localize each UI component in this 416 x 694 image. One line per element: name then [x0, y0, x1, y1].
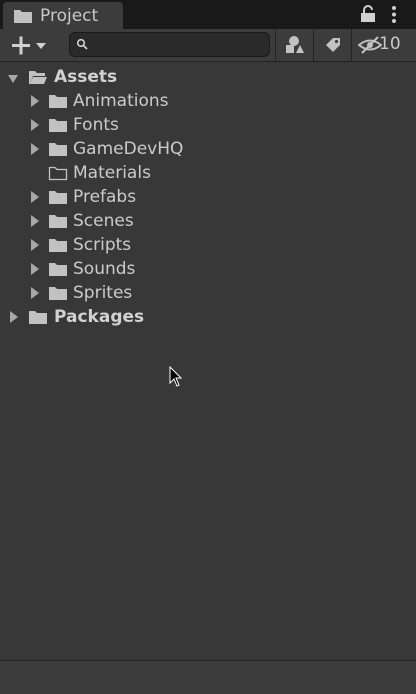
tree-item-packages[interactable]: Packages [0, 305, 416, 329]
hidden-packages-count: 10 [379, 34, 401, 54]
expand-arrow-right-icon[interactable] [9, 311, 19, 323]
folder-icon [49, 263, 67, 276]
tree-item-label: Assets [54, 67, 118, 87]
search-field[interactable] [69, 32, 270, 57]
tab-strip: Project [0, 0, 416, 29]
tree-item-folder[interactable]: Fonts [0, 113, 416, 137]
create-button[interactable] [6, 33, 50, 57]
plus-icon [12, 36, 46, 55]
expand-arrow-right-icon[interactable] [30, 239, 40, 251]
expand-arrow-right-icon[interactable] [30, 95, 40, 107]
more-options-icon[interactable] [390, 5, 398, 24]
tree-item-folder[interactable]: Animations [0, 89, 416, 113]
filter-by-label-button[interactable] [313, 29, 350, 61]
expand-arrow-down-icon[interactable] [8, 73, 18, 85]
tree-item-label: Animations [73, 91, 169, 111]
tree-item-folder[interactable]: Scripts [0, 233, 416, 257]
folder-icon [49, 119, 67, 132]
tab-project[interactable]: Project [3, 2, 123, 29]
tree-item-label: Prefabs [73, 187, 137, 207]
expand-arrow-right-icon[interactable] [30, 191, 40, 203]
toolbar: 10 [0, 29, 416, 62]
search-icon [76, 38, 88, 50]
folder-icon [49, 143, 67, 156]
folder-icon [49, 287, 67, 300]
status-bar [0, 660, 416, 694]
tree-item-label: GameDevHQ [73, 139, 184, 159]
tab-label: Project [40, 6, 99, 26]
tree-item-label: Sprites [73, 283, 133, 303]
tree-item-label: Fonts [73, 115, 119, 135]
tree-item-label: Scripts [73, 235, 132, 255]
folder-icon [49, 95, 67, 108]
expand-arrow-right-icon[interactable] [30, 263, 40, 275]
expand-arrow-right-icon[interactable] [30, 143, 40, 155]
folder-icon [29, 311, 47, 324]
tree-item-folder[interactable]: Sprites [0, 281, 416, 305]
folder-icon [49, 239, 67, 252]
tag-icon [326, 38, 340, 52]
tree-item-folder[interactable]: Prefabs [0, 185, 416, 209]
tree-item-label: Scenes [73, 211, 134, 231]
tree-item-label: Sounds [73, 259, 136, 279]
tree-item-folder[interactable]: Materials [0, 161, 416, 185]
lock-icon[interactable] [360, 5, 376, 23]
expand-arrow-right-icon[interactable] [30, 287, 40, 299]
expand-arrow-right-icon[interactable] [30, 119, 40, 131]
hidden-packages-button[interactable]: 10 [351, 29, 416, 61]
folder-icon [14, 10, 32, 23]
filter-by-type-button[interactable] [275, 29, 312, 61]
empty-folder-icon [48, 166, 68, 181]
expand-arrow-right-icon[interactable] [30, 215, 40, 227]
tree-item-label: Materials [73, 163, 151, 183]
project-tree: Assets Animations Fonts GameDevHQ Materi… [0, 62, 416, 660]
open-folder-icon [29, 71, 47, 84]
tree-item-label: Packages [54, 307, 145, 327]
folder-icon [49, 215, 67, 228]
tree-item-folder[interactable]: Scenes [0, 209, 416, 233]
folder-icon [49, 191, 67, 204]
tree-item-assets[interactable]: Assets [0, 65, 416, 89]
tree-item-folder[interactable]: Sounds [0, 257, 416, 281]
shapes-icon [286, 36, 304, 53]
search-input[interactable] [92, 35, 262, 53]
tree-item-folder[interactable]: GameDevHQ [0, 137, 416, 161]
mouse-cursor-icon [169, 366, 183, 387]
